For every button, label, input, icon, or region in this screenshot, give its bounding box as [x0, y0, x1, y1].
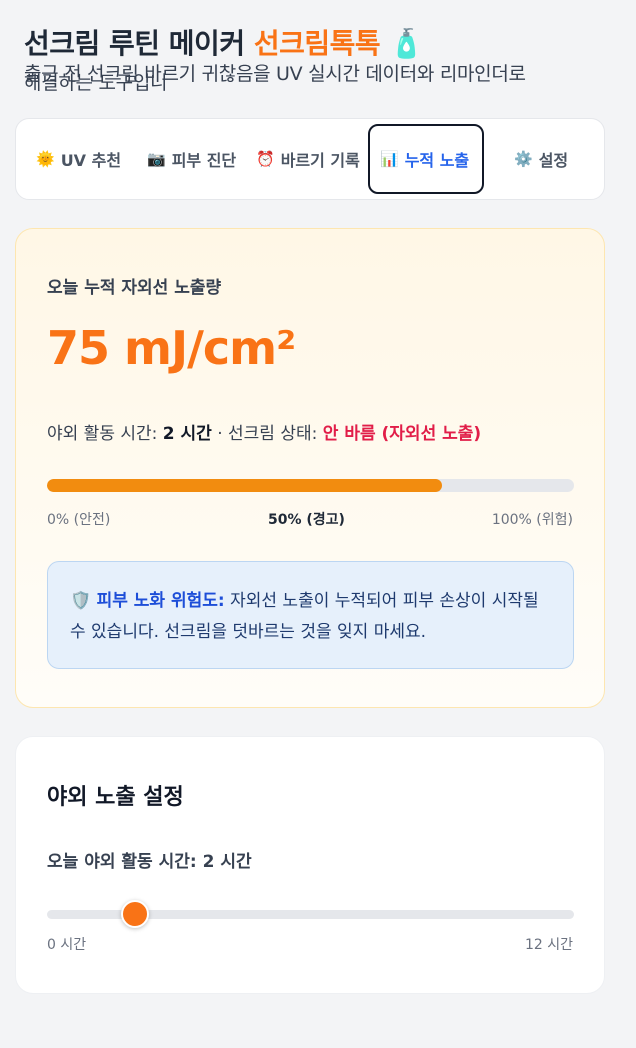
- exposure-label: 오늘 누적 자외선 노출량: [47, 278, 222, 298]
- bar-chart-icon: 📊: [380, 150, 399, 168]
- tab-skin-diagnosis[interactable]: 📷 피부 진단: [147, 119, 236, 199]
- sunscreen-bottle-icon: 🧴: [389, 27, 424, 60]
- page-subtitle: 출근 전 선크림 바르기 귀찮음을 UV 실시간 데이터와 리마인더로 해결하는…: [24, 62, 614, 94]
- tab-apply-log[interactable]: ⏰ 바르기 기록: [256, 119, 360, 199]
- shield-icon: 🛡️: [70, 591, 92, 611]
- brand-name: 선크림톡톡: [253, 27, 381, 60]
- scale-label-safe: 0% (안전): [47, 512, 111, 528]
- outdoor-hours-slider[interactable]: [47, 900, 574, 928]
- slider-label-prefix: 오늘 야외 활동 시간:: [47, 852, 203, 872]
- tab-label: 누적 노출: [404, 151, 470, 170]
- activity-prefix: 야외 활동 시간:: [47, 424, 163, 444]
- scale-label-danger: 100% (위험): [491, 512, 573, 528]
- activity-hours: 2 시간: [162, 424, 212, 444]
- tab-label: UV 추천: [60, 151, 122, 170]
- tab-bar: 🌞 UV 추천 📷 피부 진단 ⏰ 바르기 기록 📊 누적 노출 ⚙️ 설정: [15, 118, 605, 200]
- slider-min-label: 0 시간: [47, 937, 87, 953]
- exposure-progress-fill: [47, 479, 443, 492]
- settings-title: 야외 노출 설정: [47, 785, 184, 810]
- skin-aging-risk-notice: 🛡️ 피부 노화 위험도: 자외선 노출이 누적되어 피부 손상이 시작될 수 …: [47, 561, 574, 669]
- sunscreen-status: 안 바름 (자외선 노출): [322, 424, 482, 444]
- app-title-text: 선크림 루틴 메이커: [24, 27, 245, 60]
- tab-settings[interactable]: ⚙️ 설정: [514, 119, 568, 199]
- tab-cumulative-exposure[interactable]: 📊 누적 노출: [380, 119, 469, 199]
- slider-label: 오늘 야외 활동 시간: 2 시간: [47, 847, 252, 872]
- sun-icon: 🌞: [36, 150, 55, 168]
- subtitle-line-2: 해결하는 도구입니: [24, 72, 168, 94]
- tab-label: 설정: [538, 151, 569, 170]
- slider-thumb[interactable]: [120, 900, 149, 928]
- slider-value-text: 2 시간: [202, 852, 252, 872]
- tab-label: 피부 진단: [171, 151, 237, 170]
- tab-uv-recommend[interactable]: 🌞 UV 추천: [36, 119, 121, 199]
- exposure-card: 오늘 누적 자외선 노출량 75 mJ/cm² 야외 활동 시간: 2 시간 ·…: [15, 228, 605, 708]
- sunscreen-prefix: · 선크림 상태:: [211, 424, 323, 444]
- scale-label-warning: 50% (경고): [268, 512, 345, 528]
- activity-status-line: 야외 활동 시간: 2 시간 · 선크림 상태: 안 바름 (자외선 노출): [47, 419, 481, 444]
- camera-icon: 📷: [147, 150, 166, 168]
- exposure-value: 75 mJ/cm²: [47, 321, 296, 375]
- page-title: 선크림 루틴 메이커 선크림톡톡 🧴: [24, 22, 424, 62]
- gear-icon: ⚙️: [514, 150, 533, 168]
- exposure-progress-bar: [47, 479, 574, 492]
- alarm-clock-icon: ⏰: [256, 150, 275, 168]
- tab-label: 바르기 기록: [280, 151, 360, 170]
- slider-max-label: 12 시간: [524, 937, 573, 953]
- risk-title: 피부 노화 위험도:: [96, 591, 225, 611]
- outdoor-exposure-settings-card: 야외 노출 설정 오늘 야외 활동 시간: 2 시간 0 시간 12 시간: [15, 736, 605, 994]
